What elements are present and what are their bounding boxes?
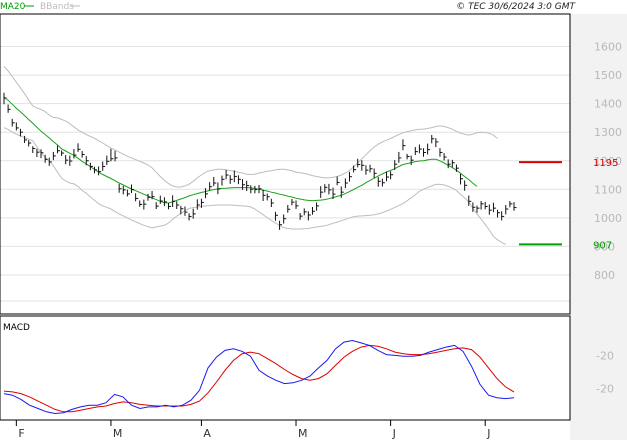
- macd-title: MACD: [3, 323, 30, 333]
- x-tick-label: F: [18, 427, 24, 440]
- x-tick-label: A: [203, 427, 211, 440]
- price-tick-label: 800: [594, 269, 615, 282]
- price-tick-label: 1100: [594, 183, 622, 196]
- stock-chart: MA20 BBands © TEC 30/6/2024 3:0 GMT 1600…: [0, 0, 627, 440]
- price-tick-label: 1000: [594, 212, 622, 225]
- macd-tick-label: -20: [596, 383, 614, 396]
- x-tick-label: M: [113, 427, 123, 440]
- x-tick-label: M: [298, 427, 308, 440]
- price-tick-label: 1400: [594, 98, 622, 111]
- copyright-text: © TEC 30/6/2024 3:0 GMT: [456, 2, 576, 12]
- price-tick-label: 1300: [594, 126, 622, 139]
- legend-ma20-label: MA20: [0, 2, 26, 12]
- support-level-label: 907: [593, 240, 612, 251]
- x-tick-label: J: [486, 427, 490, 440]
- legend-bbands-label: BBands: [40, 2, 74, 12]
- price-tick-label: 1500: [594, 69, 622, 82]
- macd-tick-label: -20: [596, 349, 614, 362]
- resistance-level-label: 1195: [593, 158, 618, 169]
- price-tick-label: 1600: [594, 41, 622, 54]
- x-tick-label: J: [392, 427, 396, 440]
